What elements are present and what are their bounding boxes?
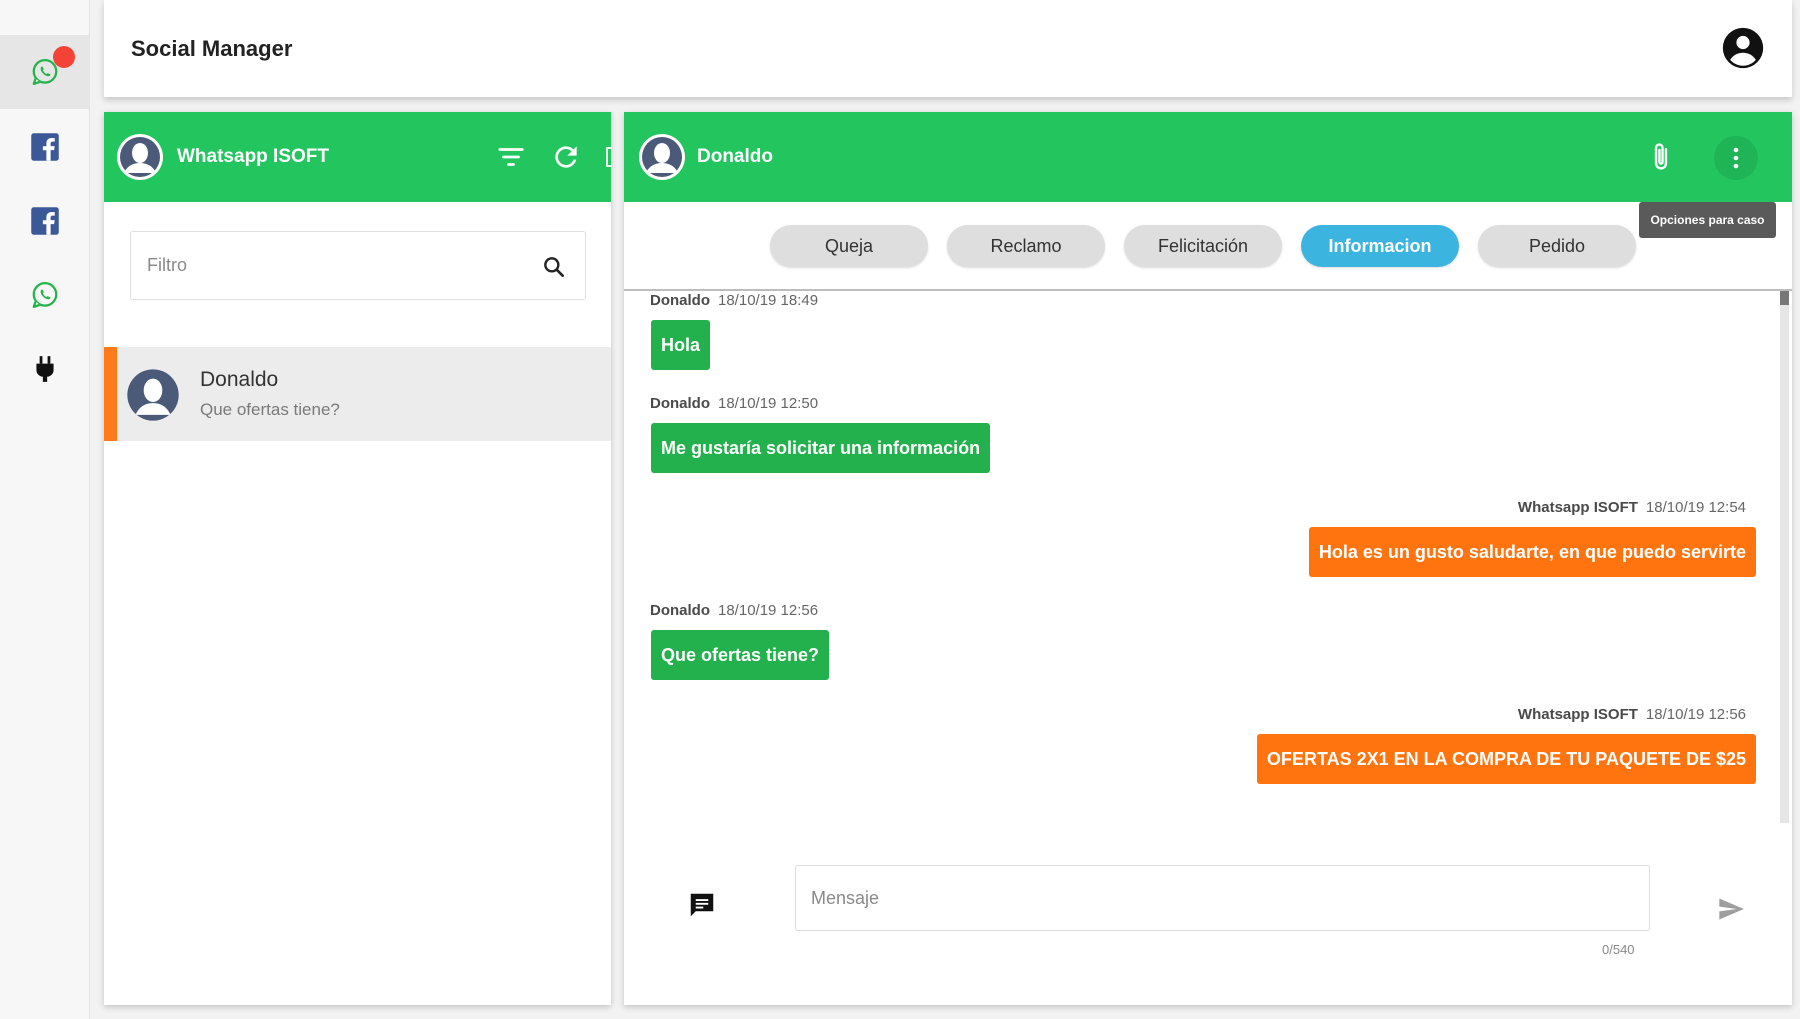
category-chip-felicitacion[interactable]: Felicitación: [1124, 225, 1282, 267]
more-vert-icon: [1733, 147, 1739, 169]
messages-scrollbar[interactable]: [1780, 291, 1789, 823]
avatar-icon: [117, 134, 163, 180]
message-sender: Whatsapp ISOFT: [1517, 499, 1638, 516]
account-header: Whatsapp ISOFT: [104, 112, 612, 202]
message-time: 18/10/19 12:56: [718, 602, 819, 619]
message-sender: Donaldo: [650, 292, 710, 309]
message-time: 18/10/19 12:56: [1645, 706, 1746, 723]
facebook-icon: [31, 207, 59, 235]
message-time: 18/10/19 12:54: [1645, 499, 1746, 516]
chat-header: Donaldo: [624, 112, 1792, 202]
category-chip-reclamo[interactable]: Reclamo: [947, 225, 1105, 267]
message-bubble-incoming: Me gustaría solicitar una información: [651, 423, 991, 473]
message-meta: Donaldo 18/10/19 12:50: [650, 395, 818, 412]
conversation-item[interactable]: Donaldo Que ofertas tiene?: [104, 347, 611, 441]
conversation-list-panel: Whatsapp ISOFT Donaldo Que ofertas tiene…: [104, 112, 612, 1005]
whatsapp-icon: [32, 282, 58, 308]
chat-bubble-icon[interactable]: [687, 890, 717, 920]
rail-item-plug[interactable]: [0, 332, 90, 406]
rail-item-facebook-2[interactable]: [0, 184, 90, 258]
search-icon[interactable]: [541, 254, 567, 280]
account-title: Whatsapp ISOFT: [177, 146, 329, 167]
channel-rail: [0, 0, 90, 1019]
filter-input[interactable]: [145, 254, 505, 277]
case-options-button[interactable]: [1714, 136, 1758, 180]
message-bubble-incoming: Hola: [651, 320, 711, 370]
refresh-icon[interactable]: [550, 141, 582, 173]
account-circle-icon[interactable]: [1721, 26, 1765, 70]
avatar-icon: [127, 369, 179, 421]
rail-item-whatsapp-2[interactable]: [0, 258, 90, 332]
plug-icon: [36, 356, 54, 382]
message-bubble-incoming: Que ofertas tiene?: [651, 630, 830, 680]
overflow-icon[interactable]: [606, 147, 612, 167]
notification-badge: [53, 46, 75, 68]
chat-contact-name: Donaldo: [697, 146, 773, 167]
top-app-bar: Social Manager: [104, 0, 1792, 97]
message-meta: Donaldo 18/10/19 18:49: [650, 292, 818, 309]
message-bubble-outgoing: Hola es un gusto saludarte, en que puedo…: [1308, 527, 1756, 577]
message-sender: Donaldo: [650, 602, 710, 619]
filter-field[interactable]: [130, 231, 586, 300]
category-chip-pedido[interactable]: Pedido: [1478, 225, 1636, 267]
scrollbar-thumb[interactable]: [1780, 291, 1789, 305]
rail-item-whatsapp-1[interactable]: [0, 35, 90, 109]
message-time: 18/10/19 18:49: [718, 292, 819, 309]
app-title: Social Manager: [131, 36, 293, 61]
attach-file-icon[interactable]: [1644, 140, 1678, 174]
category-chip-informacion[interactable]: Informacion: [1301, 225, 1459, 267]
message-meta: Whatsapp ISOFT 18/10/19 12:54: [1518, 499, 1746, 516]
filter-list-icon[interactable]: [496, 142, 526, 172]
message-meta: Donaldo 18/10/19 12:56: [650, 602, 818, 619]
message-bubble-outgoing: OFERTAS 2X1 EN LA COMPRA DE TU PAQUETE D…: [1256, 734, 1756, 784]
message-field[interactable]: [795, 865, 1650, 931]
conversation-preview: Que ofertas tiene?: [200, 400, 340, 419]
category-chip-queja[interactable]: Queja: [770, 225, 928, 267]
divider: [624, 289, 1792, 291]
facebook-icon: [31, 133, 59, 161]
message-meta: Whatsapp ISOFT 18/10/19 12:56: [1518, 706, 1746, 723]
message-time: 18/10/19 12:50: [718, 395, 819, 412]
message-input[interactable]: [809, 887, 1629, 910]
rail-item-facebook-1[interactable]: [0, 110, 90, 184]
conversation-name: Donaldo: [200, 368, 279, 391]
send-icon[interactable]: [1716, 895, 1746, 923]
character-counter: 0/540: [1602, 942, 1635, 957]
chat-panel: Donaldo Opciones para caso Queja Reclamo…: [624, 112, 1792, 1005]
message-sender: Donaldo: [650, 395, 710, 412]
message-sender: Whatsapp ISOFT: [1517, 706, 1638, 723]
avatar-icon: [639, 134, 685, 180]
case-options-tooltip: Opciones para caso: [1639, 202, 1776, 238]
